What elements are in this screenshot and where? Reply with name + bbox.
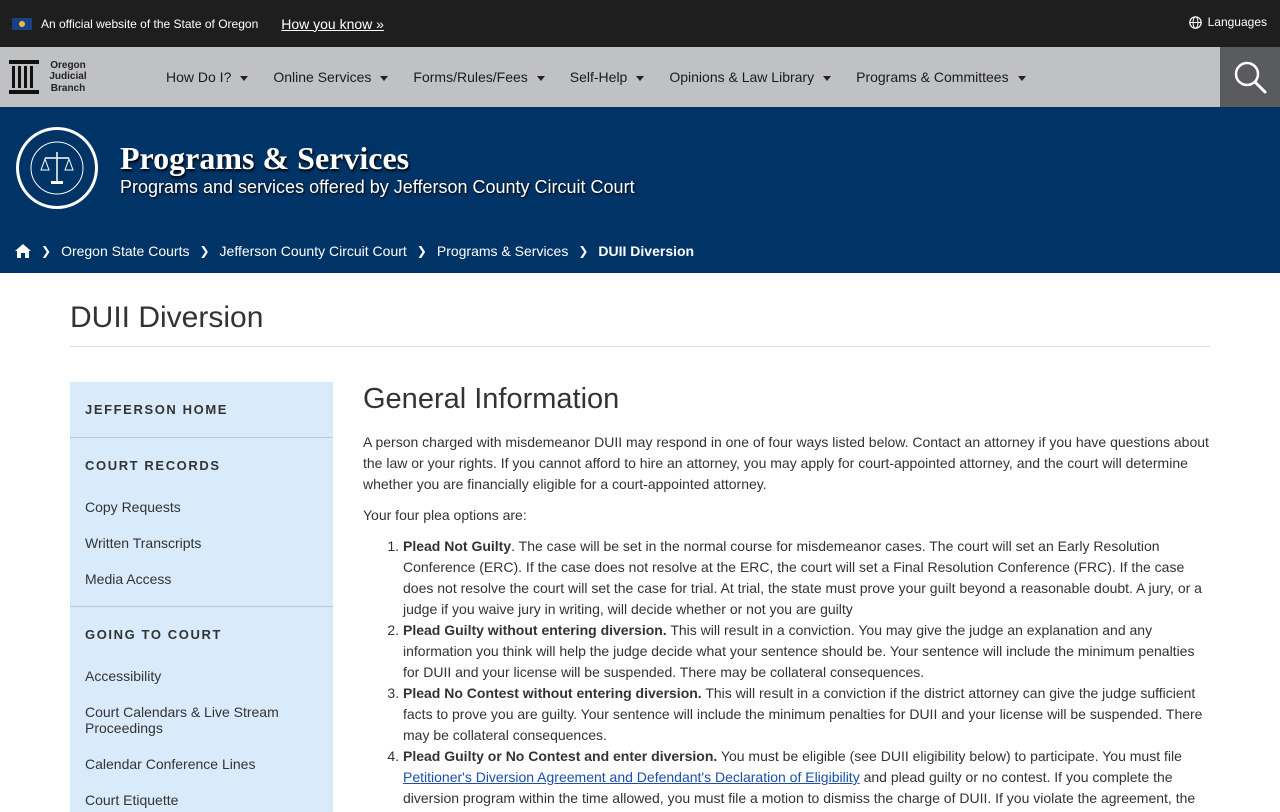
nav-item-opinions-law-library[interactable]: Opinions & Law Library [669,69,832,85]
diversion-agreement-link[interactable]: Petitioner's Diversion Agreement and Def… [403,769,860,785]
plea-option-no-contest: Plead No Contest without entering divers… [403,683,1213,746]
sidebar-link-calendar-conference-lines[interactable]: Calendar Conference Lines [70,756,255,772]
nav-label: Forms/Rules/Fees [413,69,528,85]
main-navigation: Oregon Judicial Branch How Do I? Online … [0,47,1280,107]
title-divider [70,346,1210,347]
caret-down-icon [380,75,389,81]
sidebar-divider [70,606,333,607]
caret-down-icon [1017,75,1026,81]
option-title: Plead No Contest without entering divers… [403,685,702,701]
sidebar-link-written-transcripts[interactable]: Written Transcripts [70,535,201,551]
breadcrumb: ❯ Oregon State Courts ❯ Jefferson County… [15,243,694,259]
sidebar-divider [70,437,333,438]
page-title: DUII Diversion [70,301,264,334]
nav-item-self-help[interactable]: Self-Help [570,69,645,85]
main-content: General Information A person charged wit… [363,382,1213,809]
how-you-know-link[interactable]: How you know » [281,16,384,32]
search-button[interactable] [1220,47,1280,107]
languages-label: Languages [1207,15,1267,29]
hero-subtitle: Programs and services offered by Jeffers… [120,177,635,197]
breadcrumb-oregon-state-courts[interactable]: Oregon State Courts [61,243,189,259]
option-text: You must be eligible (see DUII eligibili… [717,748,1182,764]
nav-item-online-services[interactable]: Online Services [273,69,389,85]
sidebar-nav: JEFFERSON HOME COURT RECORDS Copy Reques… [70,382,333,812]
content-heading: General Information [363,383,620,415]
breadcrumb-jefferson-county[interactable]: Jefferson County Circuit Court [220,243,407,259]
option-title: Plead Guilty without entering diversion. [403,622,667,638]
nav-label: Programs & Committees [856,69,1009,85]
logo-line-judicial: Judicial [49,71,87,83]
sidebar-link-court-calendars[interactable]: Court Calendars & Live Stream Proceeding… [70,704,300,736]
judicial-seal-icon [16,127,98,209]
sidebar-heading-court-records: COURT RECORDS [85,458,221,473]
nav-menu: How Do I? Online Services Forms/Rules/Fe… [166,69,1051,85]
globe-icon [1188,15,1202,29]
option-title: Plead Guilty or No Contest and enter div… [403,748,718,764]
sidebar-home-link[interactable]: JEFFERSON HOME [70,402,228,417]
option-title: Plead Not Guilty [403,538,512,554]
option-text: . The case will be set in the normal cou… [403,538,1202,617]
nav-label: Opinions & Law Library [669,69,815,85]
logo-line-oregon: Oregon [50,59,86,71]
intro-paragraph: A person charged with misdemeanor DUII m… [363,434,1209,492]
hero-title: Programs & Services [120,140,410,176]
sidebar-link-accessibility[interactable]: Accessibility [70,668,161,684]
logo-text: Oregon Judicial Branch [45,60,91,95]
chevron-right-icon: ❯ [199,244,210,258]
oregon-flag-icon [12,17,32,30]
logo-line-branch: Branch [50,82,86,94]
breadcrumb-programs-services[interactable]: Programs & Services [437,243,568,259]
nav-item-forms-rules-fees[interactable]: Forms/Rules/Fees [413,69,545,85]
languages-button[interactable]: Languages [1188,15,1267,29]
caret-down-icon [636,75,645,81]
caret-down-icon [536,75,545,81]
sidebar-link-court-etiquette[interactable]: Court Etiquette [70,792,178,808]
nav-item-programs-committees[interactable]: Programs & Committees [856,69,1026,85]
sidebar-link-copy-requests[interactable]: Copy Requests [70,499,181,515]
plea-option-not-guilty: Plead Not Guilty. The case will be set i… [403,536,1213,620]
official-text: An official website of the State of Oreg… [41,16,259,31]
breadcrumb-current: DUII Diversion [598,243,695,259]
sidebar-link-media-access[interactable]: Media Access [70,571,171,587]
chevron-right-icon: ❯ [41,244,52,258]
chevron-right-icon: ❯ [578,244,589,258]
plea-intro: Your four plea options are: [363,507,527,523]
caret-down-icon [240,75,249,81]
plea-option-guilty: Plead Guilty without entering diversion.… [403,620,1213,683]
official-banner: An official website of the State of Oreg… [0,0,1280,47]
plea-options-list: Plead Not Guilty. The case will be set i… [363,536,1213,809]
home-icon[interactable] [15,244,31,258]
chevron-right-icon: ❯ [416,244,427,258]
hero-banner: Programs & Services Programs and service… [0,107,1280,273]
nav-item-how-do-i[interactable]: How Do I? [166,69,249,85]
courthouse-pillar-icon [9,60,39,94]
sidebar-heading-going-to-court: GOING TO COURT [85,627,222,642]
ojd-logo[interactable]: Oregon Judicial Branch [0,60,150,95]
nav-label: How Do I? [166,69,232,85]
nav-label: Self-Help [569,69,628,85]
nav-label: Online Services [273,69,372,85]
search-icon [1234,61,1267,94]
caret-down-icon [823,75,832,81]
